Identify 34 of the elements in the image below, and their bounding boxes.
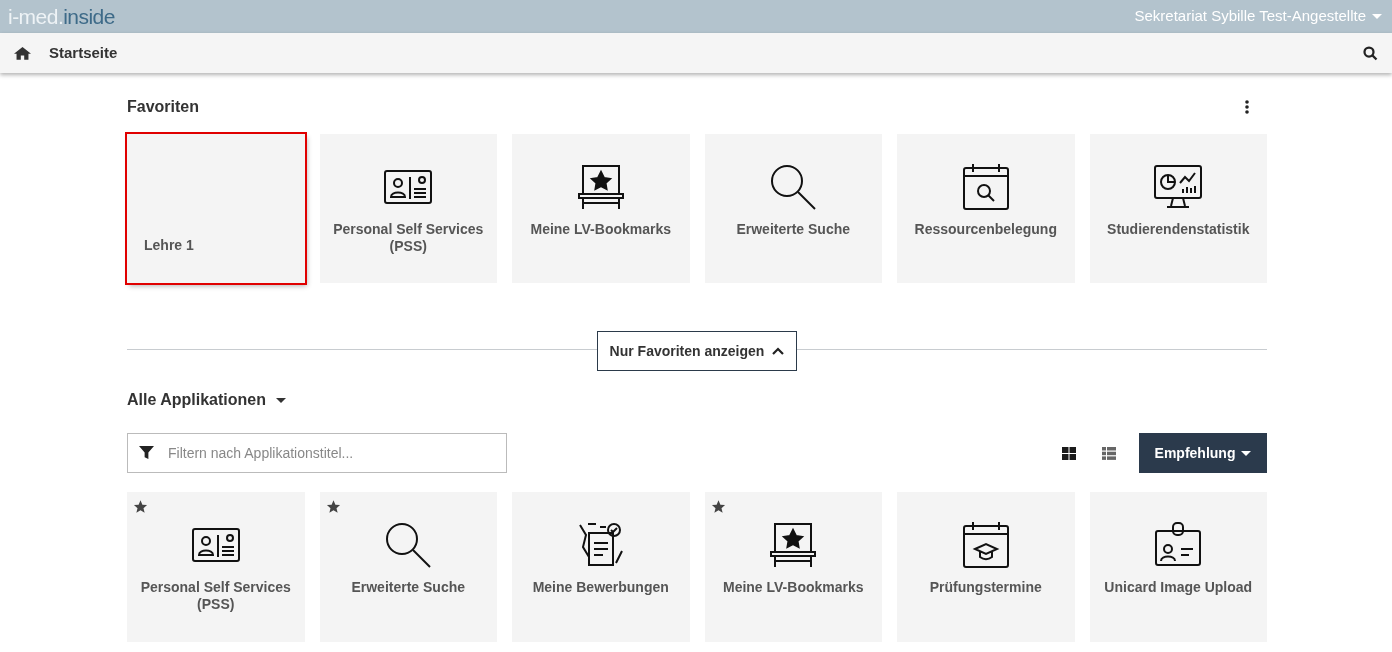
filter-icon [139, 445, 154, 460]
app-tile[interactable]: Erweiterte Suche [319, 492, 497, 642]
calendar-cap-icon [960, 521, 1011, 569]
section-title: Favoriten [127, 97, 199, 117]
app-tile[interactable]: Unicard Image Upload [1089, 492, 1267, 642]
app-tile[interactable]: Meine LV-Bookmarks [512, 134, 690, 283]
grid-view-button[interactable] [1062, 446, 1076, 460]
more-options-icon[interactable] [1245, 100, 1249, 114]
section-dropdown[interactable]: Alle Applikationen [127, 388, 286, 412]
app-tile[interactable]: Studierendenstatistik [1089, 134, 1267, 283]
app-tile[interactable]: Ressourcenbelegung [897, 134, 1075, 283]
filter-field[interactable]: Filtern nach Applikationstitel... [127, 433, 507, 473]
app-tile[interactable]: Personal Self Services (PSS) [319, 134, 497, 283]
app-tile[interactable]: Meine Bewerbungen [512, 492, 690, 642]
favorites-toggle-button[interactable]: Nur Favoriten anzeigen [596, 331, 798, 371]
app-tile[interactable]: Erweiterte Suche [704, 134, 882, 283]
app-tile[interactable]: Lehre 1 [127, 134, 305, 283]
calendar-search-icon [960, 163, 1011, 211]
app-tile[interactable]: Personal Self Services (PSS) [127, 492, 305, 642]
star-icon[interactable] [325, 499, 341, 514]
monitor-chart-icon [1153, 163, 1204, 211]
star-board-icon [575, 163, 626, 211]
badge-icon [1153, 521, 1204, 569]
star-icon[interactable] [133, 499, 148, 514]
chevron-icon [772, 347, 785, 355]
page-title: Startseite [49, 42, 118, 63]
star-board-icon [768, 521, 819, 569]
list-view-button[interactable] [1102, 446, 1116, 460]
sort-dropdown-button[interactable]: Empfehlung [1139, 433, 1267, 473]
search-icon[interactable] [1363, 45, 1378, 61]
home-icon[interactable] [14, 46, 31, 60]
app-tile[interactable]: Meine LV-Bookmarks [704, 492, 882, 642]
app-tile[interactable]: Prüfungstermine [897, 492, 1075, 642]
star-icon[interactable] [710, 499, 726, 514]
